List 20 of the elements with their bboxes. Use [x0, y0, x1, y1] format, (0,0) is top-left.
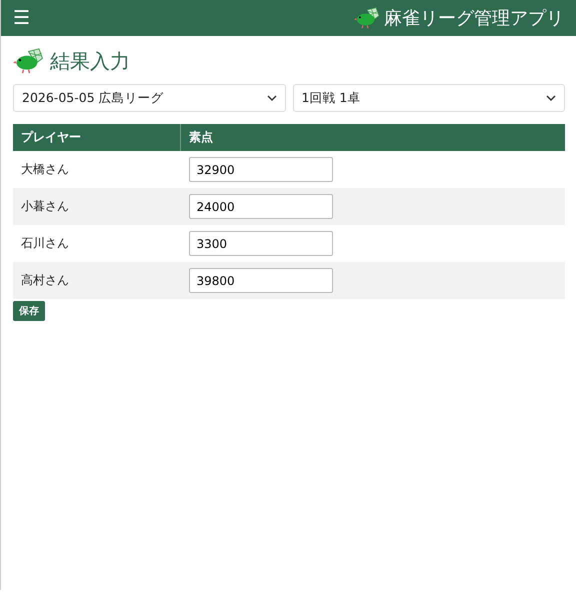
player-cell: 高村さん [13, 262, 180, 299]
bird-icon [354, 7, 380, 29]
menu-icon[interactable]: ☰ [13, 8, 30, 28]
bird-icon [13, 48, 44, 74]
save-button[interactable]: 保存 [13, 301, 45, 321]
select-field[interactable]: 1回戦 1卓 [292, 84, 565, 112]
player-cell: 石川さん [13, 225, 180, 262]
page-title: 結果入力 [50, 48, 130, 74]
column-header: 素点 [180, 124, 565, 151]
player-cell: 小暮さん [13, 188, 180, 225]
score-input[interactable]: 39800 [188, 268, 332, 293]
chevron-down-icon [266, 95, 276, 101]
app-title[interactable]: 麻雀リーグ管理アプリ [384, 6, 564, 30]
player-cell: 大橋さん [13, 151, 180, 188]
column-header: プレイヤー [13, 124, 180, 151]
score-input[interactable]: 32900 [188, 157, 332, 182]
select-field[interactable]: 2026-05-05 広島リーグ [13, 84, 286, 112]
score-input[interactable]: 3300 [188, 231, 332, 256]
score-input[interactable]: 24000 [188, 194, 332, 219]
chevron-down-icon [546, 95, 556, 101]
